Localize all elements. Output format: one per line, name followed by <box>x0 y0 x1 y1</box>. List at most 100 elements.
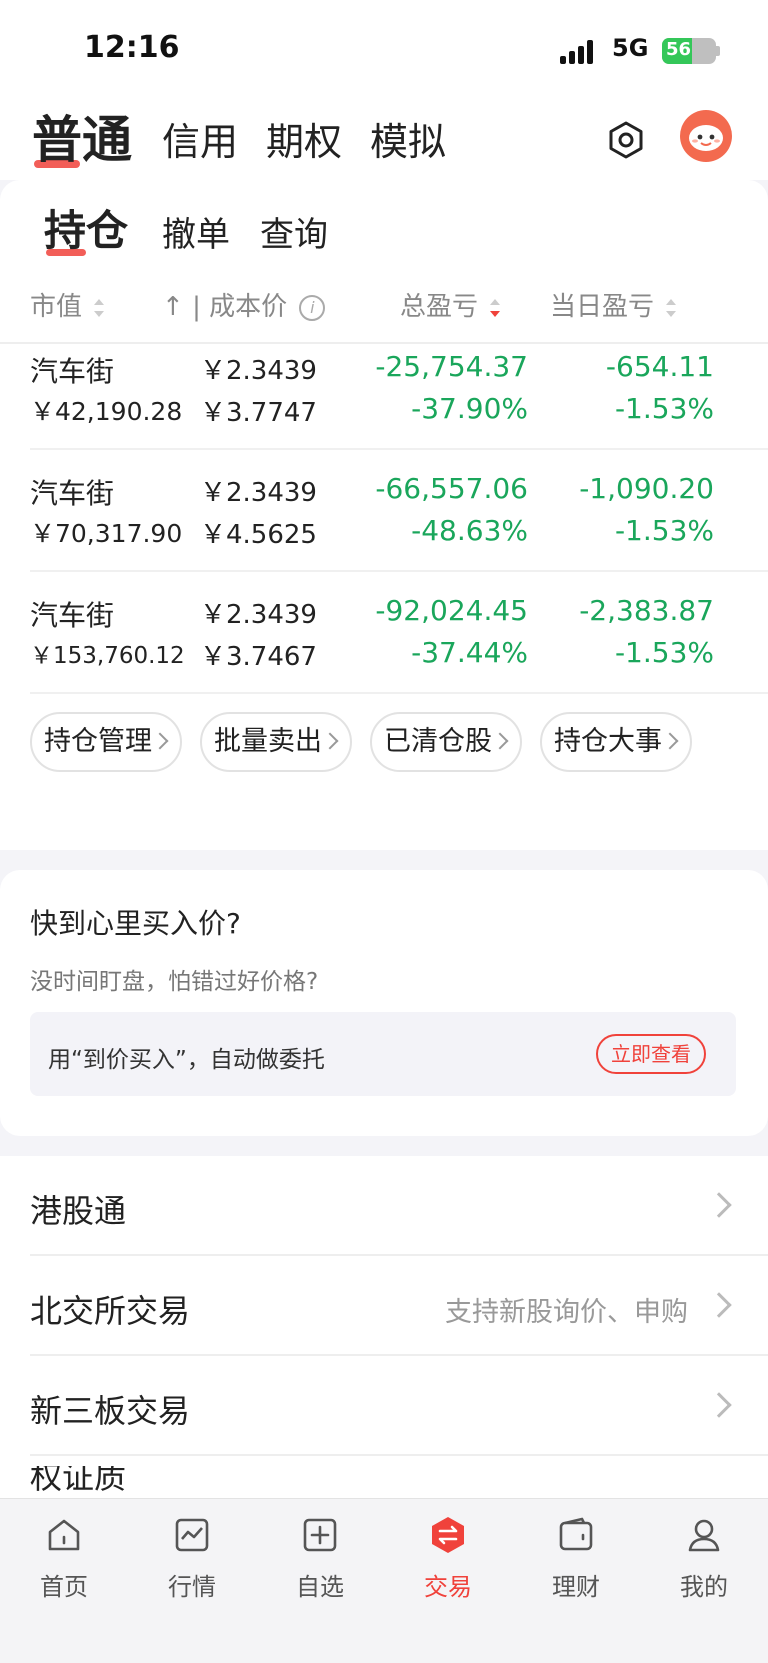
daily-pl: -1,090.20 <box>579 472 714 505</box>
swap-arrow-icon: ↑ <box>162 292 184 322</box>
list-item-hint: 支持新股询价、申购 <box>445 1297 688 1328</box>
settings-icon[interactable] <box>606 120 646 160</box>
total-pl: -92,024.45 <box>375 594 528 627</box>
col-total-pl[interactable]: 总盈亏 <box>400 286 501 323</box>
list-item-label: 新三板交易 <box>30 1392 191 1430</box>
promo-title: 快到心里买入价? <box>30 907 241 940</box>
sort-icon <box>94 298 105 317</box>
network-type: 5G <box>612 34 649 62</box>
price-alert-card: 快到心里买入价? 没时间盯盘，怕错过好价格? 用“到价买入”，自动做委托 立即查… <box>0 870 768 1136</box>
col-daily-pl-label: 当日盈亏 <box>550 292 655 322</box>
chevron-right-icon <box>706 1292 732 1318</box>
chevron-right-icon <box>706 1392 732 1418</box>
wallet-icon <box>559 1517 593 1551</box>
column-header: 市值 ↑ | 成本价 i 总盈亏 当日盈亏 <box>0 280 768 324</box>
nav-watchlist[interactable]: 自选 <box>256 1515 384 1615</box>
chart-icon <box>175 1518 209 1552</box>
divider <box>30 692 768 694</box>
list-item-bse[interactable]: 北交所交易 支持新股询价、申购 <box>0 1256 768 1356</box>
chevron-right-icon <box>706 1192 732 1218</box>
user-icon <box>688 1519 720 1552</box>
position-manage-label: 持仓管理 <box>44 726 152 757</box>
nav-trade[interactable]: 交易 <box>384 1515 512 1615</box>
status-bar: 12:16 5G 56 <box>0 0 768 100</box>
nav-home[interactable]: 首页 <box>0 1515 128 1615</box>
tab-normal-label: 普通 <box>32 111 132 169</box>
chevron-right-icon <box>321 732 339 749</box>
nav-label: 首页 <box>40 1573 88 1601</box>
daily-pl-pct: -1.53% <box>614 392 714 425</box>
holdings-subtabs: 持仓 撤单 查询 <box>0 200 768 264</box>
tab-positions-label: 持仓 <box>44 206 129 255</box>
nav-label: 交易 <box>424 1573 472 1601</box>
stock-name: 汽车街 <box>30 477 115 510</box>
stock-name: 汽车街 <box>30 599 115 632</box>
promo-box-text: 用“到价买入”，自动做委托 <box>48 1047 325 1073</box>
holding-row[interactable]: 汽车街 ￥42,190.28 ￥2.3439 ￥3.7747 -25,754.3… <box>0 328 768 450</box>
batch-sell-button[interactable]: 批量卖出 <box>200 712 352 772</box>
tab-positions[interactable]: 持仓 <box>44 197 128 258</box>
list-item-hk-connect[interactable]: 港股通 <box>0 1156 768 1256</box>
daily-pl: -2,383.87 <box>579 594 714 627</box>
market-value: ￥153,760.12 <box>30 643 185 669</box>
bottom-nav: 首页 行情 自选 交易 理财 我的 <box>0 1498 768 1663</box>
col-market-value-label: 市值 <box>30 292 83 322</box>
col-daily-pl[interactable]: 当日盈亏 <box>550 286 677 323</box>
holdings-card: 持仓 撤单 查询 市值 ↑ | 成本价 i 总盈亏 当日盈亏 汽车街 ￥42,1… <box>0 180 768 850</box>
batch-sell-label: 批量卖出 <box>214 726 322 757</box>
divider <box>30 1454 768 1456</box>
list-item-label: 港股通 <box>30 1192 127 1230</box>
nav-label: 我的 <box>680 1573 728 1601</box>
list-item-label: 北交所交易 <box>30 1292 191 1330</box>
nav-label: 行情 <box>168 1573 216 1601</box>
total-pl: -66,557.06 <box>375 472 528 505</box>
chevron-right-icon <box>661 732 679 749</box>
tab-options[interactable]: 期权 <box>266 111 342 166</box>
nav-market[interactable]: 行情 <box>128 1515 256 1615</box>
list-item-partial-label: 权证质押 <box>30 1466 127 1496</box>
col-cost[interactable]: ↑ | 成本价 i <box>162 286 326 323</box>
cleared-stocks-button[interactable]: 已清仓股 <box>370 712 522 772</box>
market-value: ￥42,190.28 <box>30 397 183 426</box>
daily-pl-pct: -1.53% <box>614 636 714 669</box>
tab-simulation[interactable]: 模拟 <box>370 111 446 166</box>
nav-wealth[interactable]: 理财 <box>512 1515 640 1615</box>
battery-level: 56 <box>666 39 692 60</box>
tab-query[interactable]: 查询 <box>260 207 328 256</box>
cost-price: ￥3.7747 <box>200 398 317 428</box>
market-value: ￥70,317.90 <box>30 519 183 548</box>
nav-label: 自选 <box>296 1573 344 1601</box>
trade-icon <box>432 1517 464 1553</box>
tab-normal[interactable]: 普通 <box>32 100 132 172</box>
battery-cap <box>716 46 720 56</box>
avatar-face-icon <box>689 125 723 151</box>
battery-icon: 56 <box>662 38 716 64</box>
col-total-pl-label: 总盈亏 <box>400 292 479 322</box>
sort-icon <box>666 298 677 317</box>
account-type-tabs: 普通 信用 期权 模拟 <box>0 100 768 180</box>
chevron-right-icon <box>491 732 509 749</box>
position-manage-button[interactable]: 持仓管理 <box>30 712 182 772</box>
avatar[interactable] <box>680 110 732 162</box>
promo-box[interactable]: 用“到价买入”，自动做委托 立即查看 <box>30 1012 736 1096</box>
sort-desc-icon <box>490 298 501 317</box>
list-item-partial[interactable]: 权证质押 <box>30 1466 150 1496</box>
tab-credit[interactable]: 信用 <box>162 111 238 166</box>
current-price: ￥2.3439 <box>200 478 317 508</box>
cleared-stocks-label: 已清仓股 <box>384 726 492 757</box>
view-now-button[interactable]: 立即查看 <box>596 1034 706 1074</box>
col-market-value[interactable]: 市值 <box>30 286 105 323</box>
daily-pl: -654.11 <box>605 350 714 383</box>
nav-profile[interactable]: 我的 <box>640 1515 768 1615</box>
add-square-icon <box>303 1518 337 1552</box>
total-pl-pct: -48.63% <box>411 514 528 547</box>
info-icon[interactable]: i <box>299 294 326 321</box>
position-events-button[interactable]: 持仓大事 <box>540 712 692 772</box>
list-item-neeq[interactable]: 新三板交易 <box>0 1356 768 1456</box>
total-pl-pct: -37.44% <box>411 636 528 669</box>
status-time: 12:16 <box>84 30 180 65</box>
tab-cancel-order[interactable]: 撤单 <box>162 207 230 256</box>
holding-row[interactable]: 汽车街 ￥70,317.90 ￥2.3439 ￥4.5625 -66,557.0… <box>0 450 768 572</box>
stock-name: 汽车街 <box>30 355 115 388</box>
holding-row[interactable]: 汽车街 ￥153,760.12 ￥2.3439 ￥3.7467 -92,024.… <box>0 572 768 694</box>
